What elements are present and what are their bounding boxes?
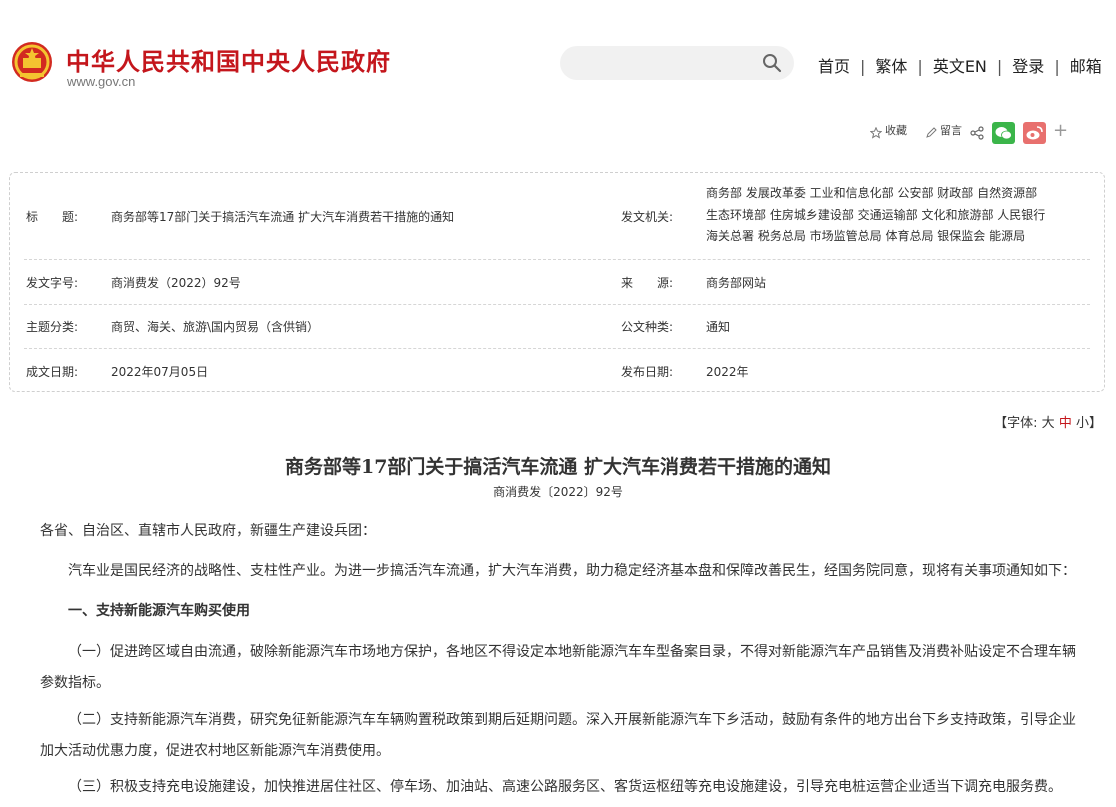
issuer-line: 商务部 发展改革委 工业和信息化部 公安部 财政部 自然资源部	[706, 186, 1038, 200]
font-size-medium[interactable]: 中	[1059, 416, 1072, 431]
font-size-label: 【字体:	[994, 416, 1038, 431]
wechat-share-icon[interactable]	[992, 122, 1015, 144]
pubdate-label: 发布日期:	[621, 365, 674, 379]
issuer-value: 商务部 发展改革委 工业和信息化部 公安部 财政部 自然资源部 生态环境部 住房…	[706, 183, 1096, 248]
share-icon[interactable]	[970, 126, 984, 140]
pen-icon[interactable]	[925, 127, 937, 139]
search-input[interactable]	[560, 46, 794, 80]
favorite-link[interactable]: 收藏	[885, 122, 907, 138]
salutation: 各省、自治区、直辖市人民政府，新疆生产建设兵团：	[40, 523, 376, 539]
font-size-small[interactable]: 小】	[1076, 416, 1102, 431]
nav-english[interactable]: 英文EN	[933, 53, 987, 77]
more-share-icon[interactable]: +	[1053, 120, 1068, 141]
divider	[24, 348, 1090, 349]
date-value: 2022年07月05日	[111, 365, 209, 379]
source-value: 商务部网站	[706, 276, 767, 290]
nav-mailbox[interactable]: 邮箱	[1070, 53, 1102, 77]
comment-link[interactable]: 留言	[940, 122, 962, 138]
issuer-line: 生态环境部 住房城乡建设部 交通运输部 文化和旅游部 人民银行	[706, 207, 1046, 222]
source-label: 来 源:	[621, 276, 674, 290]
divider	[24, 304, 1090, 305]
topic-label: 主题分类:	[26, 320, 79, 334]
title-label: 标 题:	[26, 210, 79, 224]
doctype-label: 公文种类:	[621, 320, 674, 334]
top-navigation: 首页 | 繁体 | 英文EN | 登录 | 邮箱	[818, 53, 1102, 77]
nav-home[interactable]: 首页	[818, 53, 850, 77]
search-icon[interactable]	[762, 53, 782, 73]
section-heading: 一、支持新能源汽车购买使用	[68, 603, 250, 619]
nav-separator: |	[996, 57, 1003, 76]
site-title[interactable]: 中华人民共和国中央人民政府	[66, 42, 391, 77]
site-url: www.gov.cn	[67, 74, 136, 89]
nav-separator: |	[860, 57, 866, 76]
weibo-share-icon[interactable]	[1023, 122, 1046, 144]
doctype-value: 通知	[706, 320, 731, 334]
docno-label: 发文字号:	[26, 276, 79, 290]
article-paragraph: （三）积极支持充电设施建设，加快推进居住社区、停车场、加油站、高速公路服务区、客…	[68, 779, 1062, 795]
nav-traditional[interactable]: 繁体	[875, 53, 907, 77]
nav-separator: |	[1054, 57, 1060, 76]
article-title: 商务部等17部门关于搞活汽车流通 扩大汽车消费若干措施的通知	[284, 456, 832, 478]
title-value: 商务部等17部门关于搞活汽车流通 扩大汽车消费若干措施的通知	[111, 210, 455, 224]
star-icon[interactable]	[870, 127, 882, 139]
issuer-line: 海关总署 税务总局 市场监管总局 体育总局 银保监会 能源局	[706, 229, 1026, 243]
article-paragraph: （一）促进跨区域自由流通，破除新能源汽车市场地方保护，各地区不得设定本地新能源汽…	[40, 644, 1076, 691]
topic-value: 商贸、海关、旅游\国内贸易（含供销）	[111, 320, 320, 334]
font-size-large[interactable]: 大	[1042, 416, 1055, 431]
docno-value: 商消费发（2022）92号	[111, 276, 241, 290]
article-paragraph: （二）支持新能源汽车消费，研究免征新能源汽车车辆购置税政策到期后延期问题。深入开…	[40, 712, 1076, 759]
nav-login[interactable]: 登录	[1012, 53, 1044, 77]
national-emblem-logo[interactable]	[10, 40, 54, 84]
divider	[24, 259, 1090, 260]
nav-separator: |	[917, 57, 923, 76]
issuer-label: 发文机关:	[621, 210, 674, 224]
date-label: 成文日期:	[26, 365, 79, 379]
article-docno: 商消费发〔2022〕92号	[493, 485, 623, 499]
font-size-switcher: 【字体: 大 中 小】	[994, 412, 1102, 431]
intro-paragraph: 汽车业是国民经济的战略性、支柱性产业。为进一步搞活汽车流通，扩大汽车消费，助力稳…	[68, 563, 1076, 579]
pubdate-value: 2022年	[706, 365, 749, 379]
